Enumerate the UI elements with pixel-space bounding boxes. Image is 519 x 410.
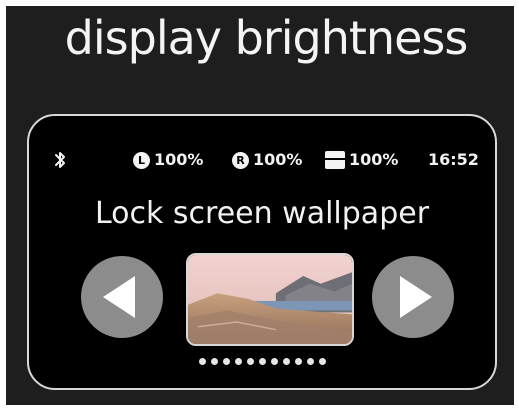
- page-dot[interactable]: [282, 358, 290, 365]
- page-dot[interactable]: [210, 358, 218, 365]
- right-earbud-status: R 100%: [232, 150, 302, 170]
- right-earbud-battery: 100%: [253, 150, 303, 169]
- case-battery: 100%: [349, 150, 399, 169]
- page-indicator: [29, 358, 495, 365]
- status-time: 16:52: [428, 150, 479, 170]
- app-screen: display brightness L 100% R 100% 100% 16…: [6, 6, 514, 405]
- left-earbud-icon: L: [133, 151, 150, 169]
- status-bar: L 100% R 100% 100% 16:52: [29, 148, 495, 172]
- page-title: display brightness: [64, 11, 469, 65]
- left-earbud-status: L 100%: [133, 150, 203, 170]
- chevron-right-icon: [400, 276, 432, 318]
- wallpaper-title: Lock screen wallpaper: [94, 196, 430, 231]
- chevron-left-icon: [103, 276, 135, 318]
- page-dot[interactable]: [234, 358, 242, 365]
- clock-time: 16:52: [428, 150, 479, 169]
- page-dot[interactable]: [198, 358, 206, 365]
- page-dot[interactable]: [222, 358, 230, 365]
- next-wallpaper-button[interactable]: [372, 256, 454, 338]
- page-dot[interactable]: [270, 358, 278, 365]
- page-dot[interactable]: [258, 358, 266, 365]
- device-preview-card: L 100% R 100% 100% 16:52 Lock screen wal…: [27, 114, 497, 390]
- right-earbud-icon: R: [232, 151, 249, 169]
- case-battery-icon: [325, 151, 345, 169]
- wallpaper-image: [188, 255, 352, 344]
- wallpaper-thumbnail[interactable]: [186, 253, 354, 346]
- page-dot[interactable]: [318, 358, 326, 365]
- page-dot[interactable]: [306, 358, 314, 365]
- case-status: 100%: [325, 150, 398, 170]
- page-dot[interactable]: [246, 358, 254, 365]
- page-dot[interactable]: [294, 358, 302, 365]
- previous-wallpaper-button[interactable]: [81, 256, 163, 338]
- bluetooth-icon: [55, 152, 65, 168]
- left-earbud-battery: 100%: [154, 150, 204, 169]
